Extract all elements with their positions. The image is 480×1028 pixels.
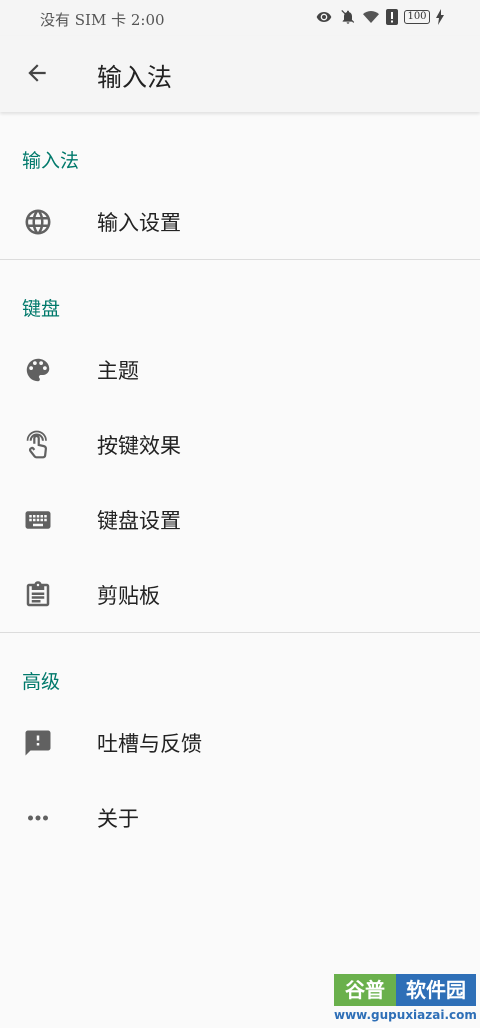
settings-item-keyboard-settings[interactable]: 键盘设置 — [0, 482, 480, 557]
watermark-url: www.gupuxiazai.com — [334, 1008, 477, 1022]
settings-item-label: 主题 — [97, 358, 139, 383]
more-horiz-icon — [22, 802, 54, 834]
clipboard-icon — [22, 579, 54, 611]
status-icons: 100 — [314, 9, 444, 25]
settings-item-clipboard[interactable]: 剪贴板 — [0, 557, 480, 632]
settings-list: 输入法 输入设置 键盘 主题 按键效果 键盘设置 剪贴板 高级 吐槽与反馈 关于 — [0, 112, 480, 855]
status-bar: 没有 SIM 卡 2:00 100 — [0, 0, 480, 36]
watermark-logo: 谷普 软件园 www.gupuxiazai.com — [334, 974, 477, 1024]
battery-icon: 100 — [404, 10, 430, 24]
section-header-input-method: 输入法 — [22, 150, 80, 172]
eye-icon — [314, 9, 334, 25]
back-button[interactable] — [14, 50, 60, 96]
palette-icon — [22, 354, 54, 386]
settings-item-label: 键盘设置 — [97, 508, 181, 533]
settings-item-theme[interactable]: 主题 — [0, 332, 480, 407]
feedback-icon — [22, 727, 54, 759]
page-title: 输入法 — [97, 63, 173, 92]
settings-item-label: 吐槽与反馈 — [97, 731, 202, 756]
settings-item-about[interactable]: 关于 — [0, 780, 480, 855]
watermark-right: 软件园 — [396, 974, 476, 1006]
settings-item-label: 关于 — [97, 806, 139, 831]
section-header-advanced: 高级 — [22, 671, 61, 693]
mute-bell-icon — [340, 9, 356, 25]
alert-icon — [386, 9, 398, 25]
keyboard-icon — [22, 504, 54, 536]
settings-item-label: 按键效果 — [97, 433, 181, 458]
settings-item-feedback[interactable]: 吐槽与反馈 — [0, 705, 480, 780]
settings-item-input-settings[interactable]: 输入设置 — [0, 184, 480, 259]
settings-item-label: 剪贴板 — [97, 583, 160, 608]
touch-icon — [22, 429, 54, 461]
charging-icon — [436, 9, 444, 25]
app-bar: 输入法 — [0, 36, 480, 112]
wifi-icon — [362, 9, 380, 25]
watermark-left: 谷普 — [334, 974, 396, 1006]
arrow-back-icon — [28, 64, 46, 82]
status-carrier-time: 没有 SIM 卡 2:00 — [40, 11, 165, 29]
globe-icon — [22, 206, 54, 238]
settings-item-key-effects[interactable]: 按键效果 — [0, 407, 480, 482]
settings-item-label: 输入设置 — [97, 210, 181, 235]
section-header-keyboard: 键盘 — [22, 298, 61, 320]
